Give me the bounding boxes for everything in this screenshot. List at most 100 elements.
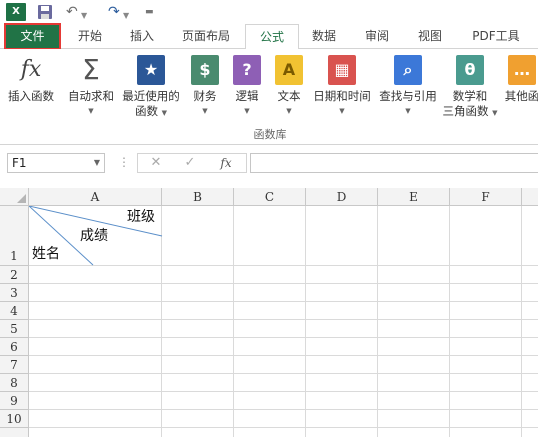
tab-pdf-tools[interactable]: PDF工具	[466, 24, 526, 49]
customize-qat-icon[interactable]: ▬	[145, 3, 157, 21]
worksheet-grid[interactable]: A B C D E F 1 2 3 4 5 6 7 8 9 10 班级 成绩 姓…	[0, 188, 538, 437]
select-all-corner[interactable]	[0, 188, 29, 206]
tab-formulas[interactable]: 公式	[245, 24, 299, 50]
gridline	[233, 206, 234, 437]
more-functions-label: 其他函	[504, 89, 538, 103]
column-header-e[interactable]: E	[378, 188, 450, 206]
tab-page-layout[interactable]: 页面布局	[176, 24, 236, 49]
gridline	[29, 319, 538, 320]
chevron-down-icon: ▼	[286, 107, 292, 115]
cancel-icon[interactable]: ✕	[141, 154, 171, 172]
ribbon-tab-bar: 文件 开始 插入 页面布局 公式 数据 审阅 视图 PDF工具	[0, 23, 538, 50]
row-header-5[interactable]: 5	[0, 320, 29, 338]
question-icon: ?	[233, 55, 261, 85]
column-header-d[interactable]: D	[306, 188, 378, 206]
tab-review[interactable]: 审阅	[359, 24, 395, 49]
coins-icon: $	[191, 55, 219, 85]
column-header-g[interactable]	[522, 188, 538, 206]
formula-bar: F1 ▼ ⋮ ✕ ✓ fx	[0, 145, 538, 188]
row-header-10[interactable]: 10	[0, 410, 29, 428]
star-icon: ★	[137, 55, 165, 85]
row-header-11[interactable]	[0, 428, 29, 437]
a1-class-label: 班级	[127, 209, 155, 225]
tab-view[interactable]: 视图	[412, 24, 448, 49]
enter-icon[interactable]: ✓	[175, 154, 205, 172]
column-header-a[interactable]: A	[29, 188, 162, 206]
row-header-4[interactable]: 4	[0, 302, 29, 320]
math-label-line2: 三角函数 ▼	[442, 104, 498, 118]
row-header-7[interactable]: 7	[0, 356, 29, 374]
math-trig-button[interactable]: θ 数学和 三角函数 ▼	[440, 55, 500, 121]
logical-button[interactable]: ? 逻辑 ▼	[229, 55, 265, 119]
chevron-down-icon: ▼	[244, 107, 250, 115]
name-box[interactable]: F1 ▼	[7, 153, 105, 173]
formula-bar-splitter[interactable]: ⋮	[118, 155, 130, 169]
redo-icon[interactable]: ↷ ▼	[108, 3, 130, 21]
fx-icon: fx	[20, 57, 42, 82]
column-header-b[interactable]: B	[162, 188, 234, 206]
undo-icon[interactable]: ↶ ▼	[66, 3, 88, 21]
gridline	[29, 301, 538, 302]
logical-label: 逻辑	[235, 89, 259, 103]
tab-insert[interactable]: 插入	[124, 24, 160, 49]
ribbon-formulas: fx 插入函数 Σ 自动求和 ▼ ★ 最近使用的 函数 ▼ $ 财务 ▼ ? 逻…	[0, 49, 538, 145]
autosum-button[interactable]: Σ 自动求和 ▼	[64, 55, 118, 119]
column-header-f[interactable]: F	[450, 188, 522, 206]
chevron-down-icon: ▼	[202, 107, 208, 115]
chevron-down-icon[interactable]: ▼	[94, 154, 100, 172]
recently-used-button[interactable]: ★ 最近使用的 函数 ▼	[119, 55, 183, 121]
gridline	[377, 206, 378, 437]
datetime-button[interactable]: ▦ 日期和时间 ▼	[310, 55, 374, 119]
excel-icon[interactable]: X	[6, 3, 26, 21]
financial-button[interactable]: $ 财务 ▼	[187, 55, 223, 119]
formula-buttons: ✕ ✓ fx	[137, 153, 247, 173]
text-a-icon: A	[275, 55, 303, 85]
gridline	[305, 206, 306, 437]
tab-data[interactable]: 数据	[306, 24, 342, 49]
row-header-3[interactable]: 3	[0, 284, 29, 302]
gridline	[521, 206, 522, 437]
calendar-icon: ▦	[328, 55, 356, 85]
row-header-2[interactable]: 2	[0, 266, 29, 284]
gridline	[29, 427, 538, 428]
sigma-icon: Σ	[82, 53, 100, 86]
gridline	[29, 391, 538, 392]
formula-input[interactable]	[250, 153, 538, 173]
chevron-down-icon: ▼	[339, 107, 345, 115]
row-header-6[interactable]: 6	[0, 338, 29, 356]
gridline	[29, 355, 538, 356]
save-icon[interactable]	[37, 4, 53, 20]
search-icon: ⌕	[394, 55, 422, 85]
recent-label-line2: 函数 ▼	[134, 104, 168, 118]
insert-function-icon[interactable]: fx	[211, 154, 241, 172]
lookup-label: 查找与引用	[379, 89, 437, 103]
quick-access-toolbar: X ↶ ▼ ↷ ▼ ▬	[0, 0, 538, 24]
chevron-down-icon: ▼	[88, 107, 94, 115]
more-functions-icon: …	[508, 55, 536, 85]
row-header-8[interactable]: 8	[0, 374, 29, 392]
column-header-c[interactable]: C	[234, 188, 306, 206]
financial-label: 财务	[193, 89, 217, 103]
tab-file[interactable]: 文件	[4, 23, 61, 50]
gridline	[29, 283, 538, 284]
autosum-label: 自动求和	[68, 89, 114, 103]
text-label: 文本	[277, 89, 301, 103]
a1-name-label: 姓名	[32, 246, 60, 262]
function-library-group-label: 函数库	[253, 128, 287, 141]
row-header-9[interactable]: 9	[0, 392, 29, 410]
theta-icon: θ	[456, 55, 484, 85]
gridline	[29, 373, 538, 374]
lookup-reference-button[interactable]: ⌕ 查找与引用 ▼	[376, 55, 440, 119]
gridline	[29, 409, 538, 410]
tab-home[interactable]: 开始	[72, 24, 108, 49]
gridline	[449, 206, 450, 437]
more-functions-button[interactable]: … 其他函	[502, 55, 538, 104]
text-button[interactable]: A 文本 ▼	[271, 55, 307, 119]
a1-score-label: 成绩	[80, 228, 108, 244]
insert-function-button[interactable]: fx 插入函数	[4, 55, 58, 104]
recent-label-line1: 最近使用的	[122, 89, 180, 103]
row-header-1[interactable]: 1	[0, 206, 29, 266]
gridline	[29, 337, 538, 338]
math-label-line1: 数学和	[452, 89, 488, 103]
insert-function-label: 插入函数	[8, 89, 54, 103]
